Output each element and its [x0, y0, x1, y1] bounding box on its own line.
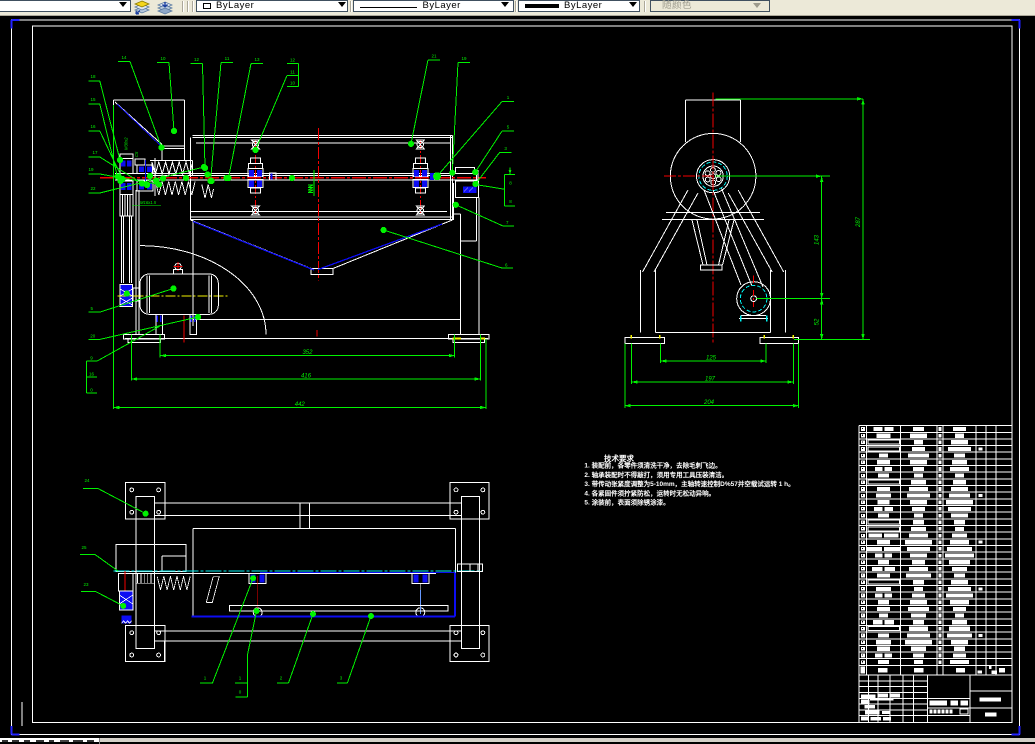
svg-text:19: 19 [88, 167, 94, 172]
svg-text:11: 11 [225, 56, 230, 61]
svg-text:10: 10 [290, 81, 296, 86]
svg-text:2. 轴承装配时不得敲打，须用专用工具压装清洁。: 2. 轴承装配时不得敲打，须用专用工具压装清洁。 [584, 470, 728, 479]
svg-text:197: 197 [705, 377, 716, 383]
svg-text:24: 24 [84, 478, 90, 483]
svg-text:287: 287 [856, 216, 862, 228]
svg-text:1. 装配前，各零件须清洗干净，去除毛刺飞边。: 1. 装配前，各零件须清洗干净，去除毛刺飞边。 [584, 461, 721, 470]
svg-text:11: 11 [290, 70, 295, 75]
svg-text:22: 22 [90, 186, 96, 191]
svg-text:M30x2: M30x2 [124, 137, 129, 150]
svg-text:14: 14 [121, 55, 127, 60]
svg-text:19: 19 [461, 56, 467, 61]
svg-text:25: 25 [81, 545, 87, 550]
svg-text:416: 416 [301, 374, 312, 380]
svg-text:18: 18 [90, 74, 96, 79]
svg-text:4. 各紧固件须拧紧防松，运转时无松动异响。: 4. 各紧固件须拧紧防松，运转时无松动异响。 [584, 488, 715, 497]
svg-text:352: 352 [302, 350, 313, 356]
svg-text:3. 带传动张紧度调整为5-10mm，主轴转速控制D%57并: 3. 带传动张紧度调整为5-10mm，主轴转速控制D%57并空载试运转 1 h。 [584, 479, 794, 488]
svg-text:16: 16 [90, 124, 96, 129]
svg-text:5. 涂装前，表面须除锈涂漆。: 5. 涂装前，表面须除锈涂漆。 [584, 498, 669, 507]
svg-text:442: 442 [295, 402, 306, 408]
svg-text:M16x1.5: M16x1.5 [140, 200, 157, 205]
svg-text:12: 12 [194, 57, 200, 62]
svg-text:143: 143 [815, 234, 821, 245]
svg-text:13: 13 [254, 57, 260, 62]
svg-text:204: 204 [703, 400, 715, 406]
svg-text:12: 12 [290, 58, 296, 63]
svg-text:技术要求: 技术要求 [604, 453, 634, 463]
svg-text:23: 23 [83, 582, 89, 587]
svg-text:21: 21 [431, 54, 437, 59]
svg-text:125: 125 [706, 356, 717, 362]
svg-text:52: 52 [815, 318, 821, 325]
svg-text:16: 16 [89, 372, 95, 377]
svg-text:17: 17 [92, 150, 98, 155]
svg-text:C5: C5 [134, 151, 139, 157]
svg-text:20: 20 [90, 334, 96, 339]
svg-text:10: 10 [160, 56, 166, 61]
svg-text:15: 15 [90, 97, 96, 102]
